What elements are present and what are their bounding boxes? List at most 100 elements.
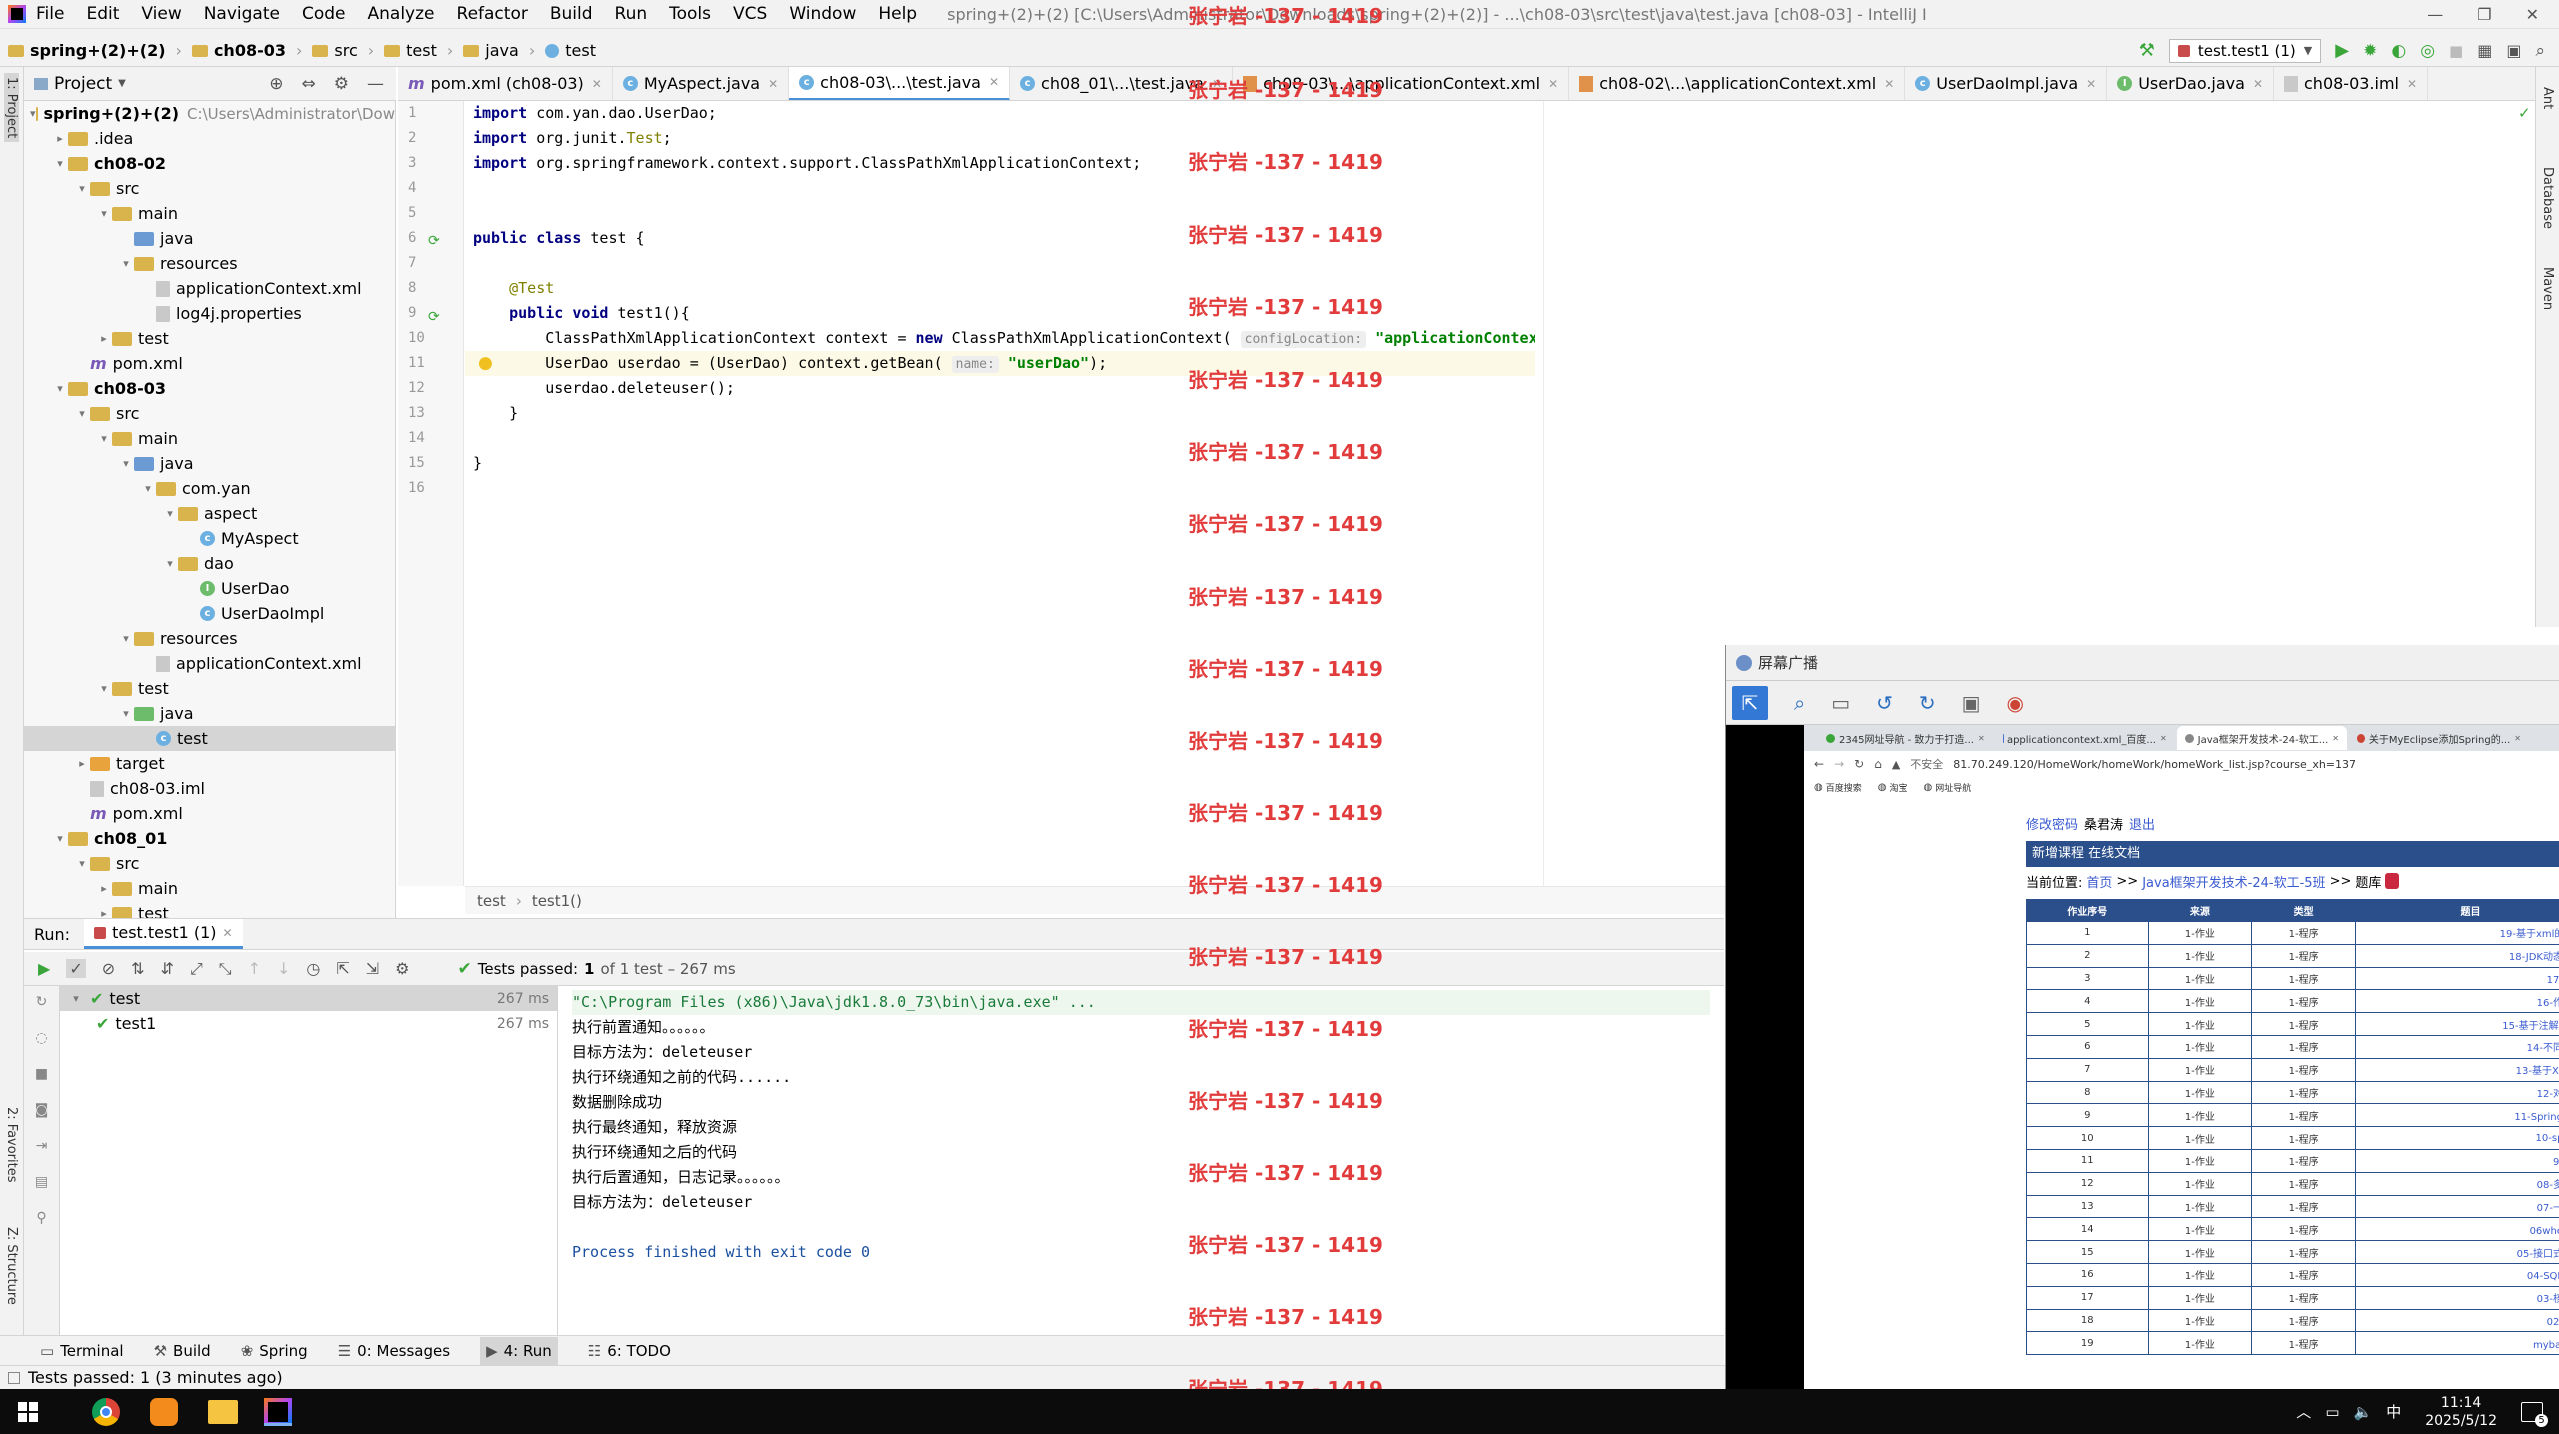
- menu-analyze[interactable]: Analyze: [368, 4, 435, 24]
- close-tab-icon[interactable]: ✕: [2407, 77, 2417, 91]
- close-tab-icon[interactable]: ✕: [2086, 77, 2096, 91]
- table-cell[interactable]: 14-不同数据: [2355, 1034, 2559, 1059]
- intellij-taskbar-icon[interactable]: [264, 1397, 292, 1426]
- editor-tab[interactable]: ch08-03.iml ✕: [2274, 67, 2429, 100]
- close-tab-icon[interactable]: ✕: [2160, 734, 2167, 743]
- chevron-down-icon[interactable]: ▾: [52, 382, 68, 395]
- run-config-select[interactable]: test.test1 (1) ▼: [2168, 38, 2322, 63]
- restore-button[interactable]: ❐: [2477, 5, 2491, 24]
- sort-alpha-icon[interactable]: ⇅: [131, 959, 144, 978]
- breadcrumb-item[interactable]: test: [565, 41, 596, 60]
- breadcrumb-class[interactable]: test: [477, 892, 506, 910]
- collapse-all-icon[interactable]: ⇔: [302, 74, 316, 94]
- camera-icon[interactable]: ◙: [35, 1102, 49, 1118]
- tree-node[interactable]: m pom.xml: [24, 801, 395, 826]
- menu-window[interactable]: Window: [789, 4, 856, 24]
- chevron-right-icon[interactable]: ▸: [96, 882, 112, 895]
- chrome-icon[interactable]: [92, 1397, 120, 1426]
- table-cell[interactable]: mybatis环: [2355, 1331, 2559, 1356]
- fox-app-icon[interactable]: [150, 1397, 178, 1426]
- tree-node[interactable]: ▸ test: [24, 901, 395, 918]
- zoom-icon[interactable]: ⌕: [1794, 691, 1805, 715]
- tree-node[interactable]: log4j.properties: [24, 301, 395, 326]
- chevron-right-icon[interactable]: ▸: [96, 332, 112, 345]
- close-tab-icon[interactable]: ✕: [223, 926, 233, 940]
- close-tab-icon[interactable]: ✕: [1978, 734, 1985, 743]
- breadcrumb-item[interactable]: java: [485, 41, 519, 60]
- chevron-down-icon[interactable]: ▾: [118, 632, 134, 645]
- tree-node[interactable]: c MyAspect: [24, 526, 395, 551]
- close-tab-icon[interactable]: ✕: [768, 77, 778, 91]
- debug-icon[interactable]: ✹: [2363, 41, 2377, 61]
- rerun-icon[interactable]: ▶: [38, 959, 50, 978]
- toggle-auto-test-icon[interactable]: ◌: [35, 1030, 47, 1046]
- chevron-down-icon[interactable]: ▾: [140, 482, 156, 495]
- back-icon[interactable]: ←: [1814, 757, 1824, 771]
- table-cell[interactable]: 06where多: [2355, 1217, 2559, 1242]
- editor-tab[interactable]: c ch08_01\...\test.java ✕: [1010, 67, 1234, 100]
- ant-tool-button[interactable]: Ant: [2540, 87, 2555, 109]
- settings-icon[interactable]: ⚙: [395, 959, 409, 978]
- breadcrumb-item[interactable]: test: [406, 41, 437, 60]
- tree-node[interactable]: applicationContext.xml: [24, 276, 395, 301]
- stop-icon[interactable]: ■: [2449, 42, 2463, 60]
- prev-failed-icon[interactable]: ↑: [248, 959, 261, 978]
- tree-node[interactable]: ch08-03.iml: [24, 776, 395, 801]
- tree-node[interactable]: ▸ target: [24, 751, 395, 776]
- bookmark[interactable]: ◍ 网址导航: [1924, 781, 1972, 794]
- code-editor[interactable]: import com.yan.dao.UserDao; import org.j…: [465, 101, 1535, 886]
- tree-node[interactable]: ▾ main: [24, 201, 395, 226]
- windows-start-icon[interactable]: [18, 1401, 38, 1422]
- test-suite-row[interactable]: ▾ ✔ test 267 ms: [60, 986, 557, 1011]
- exit-icon[interactable]: ⇥: [36, 1138, 48, 1154]
- editor-tab[interactable]: c MyAspect.java ✕: [613, 67, 790, 100]
- menu-vcs[interactable]: VCS: [733, 4, 767, 24]
- tree-node[interactable]: ▸ .idea: [24, 126, 395, 151]
- chevron-down-icon[interactable]: ▾: [52, 157, 68, 170]
- network-icon[interactable]: ▭: [2325, 1403, 2339, 1421]
- tool-window-spring[interactable]: ❀ Spring: [241, 1342, 308, 1360]
- menu-help[interactable]: Help: [878, 4, 917, 24]
- breadcrumb-item[interactable]: ch08-03: [214, 41, 286, 60]
- editor-tab[interactable]: ch08-02\...\applicationContext.xml ✕: [1569, 67, 1906, 100]
- logout-link[interactable]: 退出: [2129, 814, 2155, 833]
- clock[interactable]: 11:14 2025/5/12: [2425, 1394, 2497, 1430]
- table-cell[interactable]: 10-spring: [2355, 1126, 2559, 1150]
- editor-tab[interactable]: c UserDaoImpl.java ✕: [1905, 67, 2108, 100]
- tree-node[interactable]: ▾ java: [24, 451, 395, 476]
- screenshot-icon[interactable]: ▣: [1962, 691, 1981, 715]
- locate-icon[interactable]: ⊕: [269, 74, 283, 94]
- reload-icon[interactable]: ↻: [1854, 757, 1864, 771]
- sdk-icon[interactable]: ▣: [2506, 41, 2521, 60]
- rerun-failed-icon[interactable]: ↻: [36, 994, 48, 1010]
- course-link[interactable]: Java框架开发技术-24-软工-5班: [2142, 872, 2325, 891]
- chevron-down-icon[interactable]: ▾: [96, 207, 112, 220]
- table-cell[interactable]: 04-SQL代码: [2355, 1262, 2559, 1287]
- show-ignored-icon[interactable]: ⊘: [102, 959, 115, 978]
- browser-tab[interactable]: Java框架开发技术-24-软工... ✕: [2176, 726, 2347, 750]
- breadcrumb-method[interactable]: test1(): [532, 892, 582, 910]
- table-cell[interactable]: 18-JDK动态代理: [2355, 943, 2559, 968]
- favorites-tool-button[interactable]: 2: Favorites: [4, 1107, 19, 1183]
- chevron-down-icon[interactable]: ▾: [118, 707, 134, 720]
- editor-tab[interactable]: c ch08-03\...\test.java ✕: [789, 67, 1011, 100]
- tree-node[interactable]: ▾ java: [24, 701, 395, 726]
- hide-icon[interactable]: —: [367, 74, 384, 94]
- expand-all-icon[interactable]: ⤢: [190, 959, 203, 979]
- layout-icon[interactable]: ▤: [35, 1174, 48, 1190]
- browser-tab[interactable]: 关于MyEclipse添加Spring的... ✕: [2349, 726, 2529, 750]
- table-cell[interactable]: 12-对象关: [2355, 1080, 2559, 1105]
- tree-node[interactable]: ▾ spring+(2)+(2) C:\Users\Administrator\Do…: [24, 101, 395, 126]
- tree-node[interactable]: ▾ test: [24, 676, 395, 701]
- database-tool-button[interactable]: Database: [2540, 167, 2555, 229]
- sort-duration-icon[interactable]: ⇵: [161, 959, 174, 978]
- search-icon[interactable]: ⌕: [2535, 41, 2545, 61]
- tree-node[interactable]: c UserDaoImpl: [24, 601, 395, 626]
- menu-view[interactable]: View: [141, 4, 181, 24]
- project-structure-icon[interactable]: ▦: [2477, 41, 2492, 60]
- file-explorer-icon[interactable]: [208, 1399, 238, 1424]
- stop-icon[interactable]: ■: [35, 1066, 48, 1082]
- export-icon[interactable]: ⇲: [366, 959, 379, 978]
- show-passed-icon[interactable]: ✓: [66, 959, 86, 978]
- tool-window-build[interactable]: ⚒ Build: [154, 1342, 211, 1360]
